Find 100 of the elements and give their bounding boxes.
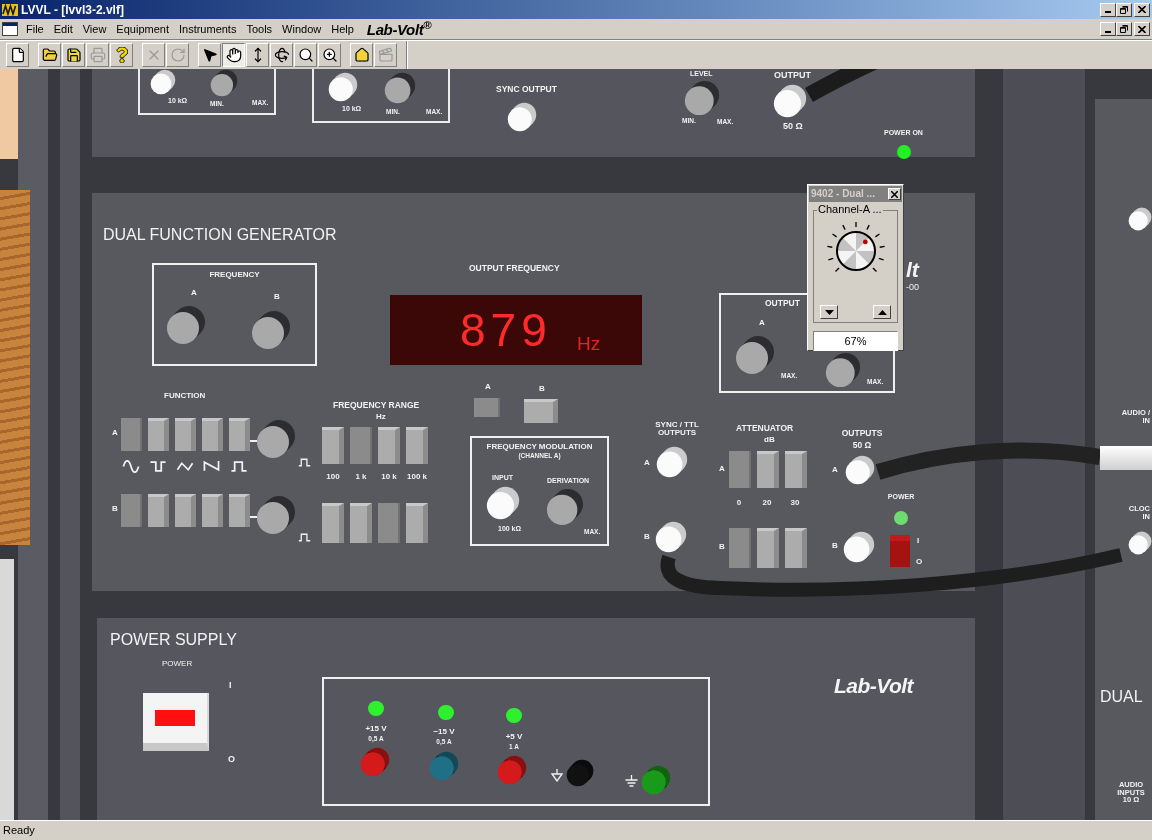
new-button[interactable] (6, 43, 29, 67)
connector-jack[interactable] (1128, 531, 1152, 555)
sawtooth-wave-icon (203, 460, 221, 473)
pointer-tool-button[interactable] (198, 43, 221, 67)
rotary-knob[interactable] (166, 305, 206, 345)
menu-item[interactable]: Equipment (111, 20, 174, 38)
connector-jack[interactable] (1128, 207, 1152, 231)
rotary-knob[interactable] (251, 310, 291, 350)
channel-label: B (274, 293, 280, 301)
unit-label: Hz (376, 413, 386, 421)
decrease-button[interactable] (820, 305, 838, 319)
rotary-knob[interactable] (384, 72, 416, 104)
vertical-move-button[interactable] (246, 43, 269, 67)
orbit-button[interactable] (270, 43, 293, 67)
connector-jack[interactable] (773, 84, 807, 118)
binding-post[interactable] (566, 759, 594, 787)
connector-jack[interactable] (507, 102, 537, 132)
attenuator-label: ATTENUATOR (736, 424, 794, 433)
rotate-3d-icon (273, 47, 290, 63)
circular-arrow-icon (169, 47, 186, 63)
menu-item[interactable]: View (77, 20, 112, 38)
connector-jack[interactable] (486, 486, 520, 520)
folder-icon (41, 47, 58, 63)
pulse-wave-icon (298, 457, 311, 468)
attenuation-label: 20 (761, 499, 773, 507)
menu-item[interactable]: Edit (48, 20, 78, 38)
channel-label: A (719, 465, 725, 473)
home-button[interactable] (350, 43, 373, 67)
frequency-label: FREQUENCY (208, 271, 261, 279)
close-icon (891, 190, 898, 198)
menu-item[interactable]: Instruments (173, 20, 242, 38)
rotary-knob[interactable] (256, 495, 296, 535)
rotary-knob[interactable] (825, 352, 861, 388)
connector-jack[interactable] (843, 531, 875, 563)
increase-button[interactable] (873, 305, 891, 319)
logo-fragment: lt (906, 259, 919, 280)
menu-item[interactable]: File (21, 20, 49, 38)
power-switch[interactable] (890, 535, 910, 567)
connector-jack[interactable] (656, 446, 688, 478)
close-button[interactable] (1134, 22, 1150, 36)
app-icon (2, 3, 18, 16)
channel-label: B (644, 533, 650, 541)
menu-item[interactable]: Help (326, 20, 359, 38)
menu-item[interactable]: Window (277, 20, 327, 38)
restore-button[interactable] (1116, 22, 1132, 36)
brand-logo: Lab-Volt (834, 675, 913, 696)
clapperboard-icon (377, 47, 394, 63)
hand-icon (225, 47, 242, 63)
square-wave-icon (149, 460, 167, 473)
rotary-knob[interactable] (735, 335, 775, 375)
rotary-knob[interactable] (256, 419, 296, 459)
printer-icon (89, 47, 106, 63)
channel-label: A (644, 459, 650, 467)
rotary-knob[interactable] (546, 488, 584, 526)
unit-label: dB (764, 436, 775, 444)
dialog-title: 9402 - Dual ... (811, 189, 876, 199)
open-button[interactable] (38, 43, 61, 67)
connector-jack[interactable] (150, 69, 176, 95)
voltage-label: +15 V (364, 725, 388, 733)
save-button[interactable] (62, 43, 85, 67)
cursor-icon (201, 47, 218, 63)
window-icon[interactable] (2, 22, 18, 36)
channel-label: B (719, 543, 725, 551)
model-number: -00 (906, 283, 919, 292)
brand-logo: Lab-Volt$^{®}$ (366, 21, 432, 37)
impedance-label: 50 Ω (851, 441, 873, 450)
rotary-knob[interactable] (684, 80, 720, 116)
search-icon (297, 47, 314, 63)
window-title: LVVL - [lvvl3-2.vlf] (21, 3, 124, 16)
module-title: DUAL FUNCTION GENERATOR (103, 227, 337, 243)
pulse-wave-icon (298, 532, 311, 543)
connector-jack[interactable] (655, 521, 687, 553)
close-button[interactable] (1134, 2, 1150, 17)
connector-jack[interactable] (328, 72, 358, 102)
module-title: POWER SUPPLY (110, 632, 237, 648)
channel-label: A (832, 466, 838, 474)
switch-mark: O (916, 558, 923, 566)
frequency-reading: 879 (460, 307, 552, 353)
channel-label: A (485, 383, 491, 391)
help-button[interactable] (110, 43, 133, 67)
switch-mark: I (229, 681, 232, 690)
value-field[interactable]: 67% (813, 331, 898, 351)
close-icon (1138, 6, 1146, 13)
minimize-button[interactable] (1100, 22, 1116, 36)
pan-tool-button[interactable] (222, 43, 245, 67)
range-label: 100 k (406, 473, 428, 481)
connector-jack[interactable] (845, 455, 875, 485)
file-icon (9, 47, 26, 63)
restore-button[interactable] (1116, 2, 1132, 17)
rotary-knob[interactable] (210, 69, 238, 97)
channel-label: A (191, 289, 197, 297)
menu-item[interactable]: Tools (241, 20, 278, 38)
module-title: DUAL (1100, 689, 1143, 705)
ground-symbol-icon (551, 769, 563, 782)
zoom-button[interactable] (294, 43, 317, 67)
zoom-in-icon (321, 47, 338, 63)
outputs-label: OUTPUTS (840, 429, 884, 438)
minimize-button[interactable] (1100, 2, 1116, 17)
close-button[interactable] (888, 188, 901, 200)
zoom-extents-button[interactable] (318, 43, 341, 67)
